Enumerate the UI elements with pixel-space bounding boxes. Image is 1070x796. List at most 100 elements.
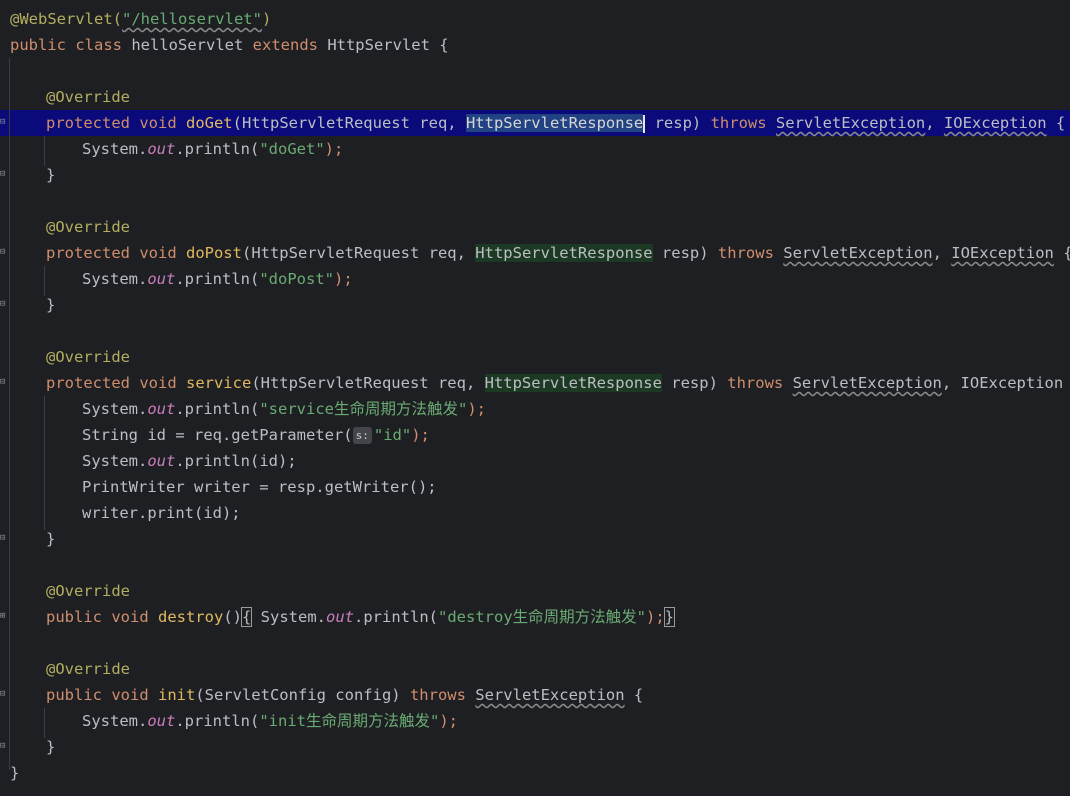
- params: (HttpServletRequest req,: [241, 244, 476, 262]
- brace: {: [624, 686, 644, 704]
- keyword: protected void: [46, 244, 186, 262]
- fold-icon[interactable]: ⊟: [0, 300, 9, 309]
- highlighted-usage: HttpServletResponse: [475, 244, 653, 262]
- code-line[interactable]: }: [10, 760, 19, 786]
- code-line[interactable]: System.out.println(id);: [82, 448, 297, 474]
- code-text: writer.print(id);: [82, 504, 241, 522]
- class-name: helloServlet: [131, 36, 253, 54]
- folded-brace-close[interactable]: }: [663, 607, 676, 627]
- code-editor[interactable]: ⊟ ⊟ ⊟ ⊟ ⊟ ⊟ ⊞ ⊟ ⊟ @WebServlet("/helloser…: [0, 0, 1070, 796]
- fold-icon[interactable]: ⊟: [0, 248, 9, 257]
- string-literal: "destroy生命周期方法触发": [438, 608, 646, 626]
- method-name: doGet: [185, 114, 233, 132]
- keyword: throws: [409, 686, 476, 704]
- static-field: out: [147, 712, 176, 730]
- code-line[interactable]: }: [46, 292, 55, 318]
- string-literal: "doGet": [259, 140, 325, 158]
- code-line[interactable]: }: [46, 162, 55, 188]
- code-text: System.: [260, 608, 326, 626]
- code-line[interactable]: PrintWriter writer = resp.getWriter();: [82, 474, 437, 500]
- code-line[interactable]: }: [46, 526, 55, 552]
- code-text: System.: [82, 140, 148, 158]
- code-text: String id = req.getParameter(: [82, 426, 353, 444]
- indent-guide: [9, 58, 10, 770]
- brace: }: [46, 166, 56, 184]
- code-line[interactable]: protected void doPost(HttpServletRequest…: [46, 240, 1070, 266]
- code-line[interactable]: System.out.println("doGet");: [82, 136, 343, 162]
- keyword: public void: [46, 608, 158, 626]
- exception-type: ServletException: [775, 114, 926, 132]
- code-text: PrintWriter writer = resp.getWriter();: [82, 478, 437, 496]
- code-line[interactable]: @Override: [46, 214, 130, 240]
- keyword: public class: [10, 36, 132, 54]
- method-name: service: [185, 374, 252, 392]
- code-text: );: [646, 608, 665, 626]
- fold-icon[interactable]: ⊟: [0, 118, 9, 127]
- exception-type: ServletException: [783, 244, 933, 262]
- code-line[interactable]: @Override: [46, 344, 130, 370]
- method-name: init: [157, 686, 196, 704]
- code-text: .println(: [175, 712, 260, 730]
- code-text: );: [439, 712, 458, 730]
- code-text: System.: [82, 270, 148, 288]
- comma: ,: [925, 114, 944, 132]
- string-literal: "init生命周期方法触发": [259, 712, 440, 730]
- code-text: .println(: [354, 608, 438, 626]
- code-text: );: [333, 270, 353, 288]
- static-field: out: [147, 452, 176, 470]
- annotation: @WebServlet(: [10, 10, 122, 28]
- code-line[interactable]: public void destroy(){ System.out.printl…: [46, 604, 676, 630]
- code-line[interactable]: public void init(ServletConfig config) t…: [46, 682, 643, 708]
- code-line[interactable]: System.out.println("service生命周期方法触发");: [82, 396, 486, 422]
- expand-icon[interactable]: ⊞: [0, 612, 9, 621]
- indent-guide: [44, 396, 45, 530]
- selected-text[interactable]: HttpServletResponse: [465, 114, 644, 132]
- fold-icon[interactable]: ⊟: [0, 690, 9, 699]
- code-line[interactable]: @Override: [46, 84, 130, 110]
- string-literal: "/helloservlet": [121, 10, 262, 28]
- code-line[interactable]: writer.print(id);: [82, 500, 241, 526]
- keyword: extends: [252, 36, 328, 54]
- code-line[interactable]: }: [46, 734, 55, 760]
- annotation: @Override: [46, 218, 130, 236]
- code-text: .println(id);: [175, 452, 297, 470]
- code-line[interactable]: System.out.println("init生命周期方法触发");: [82, 708, 458, 734]
- string-literal: "id": [373, 426, 412, 444]
- highlighted-usage: HttpServletResponse: [484, 374, 662, 392]
- fold-icon[interactable]: ⊟: [0, 170, 9, 179]
- keyword: protected void: [46, 114, 186, 132]
- static-field: out: [147, 140, 176, 158]
- comma: ,: [932, 244, 952, 262]
- indent-guide: [44, 708, 45, 738]
- parens: (): [223, 608, 242, 626]
- brace: }: [46, 530, 56, 548]
- exception-type: IOException: [951, 244, 1054, 262]
- params: (ServletConfig config): [195, 686, 410, 704]
- code-line[interactable]: protected void service(HttpServletReques…: [46, 370, 1070, 396]
- params: resp): [652, 244, 718, 262]
- code-line[interactable]: protected void doGet(HttpServletRequest …: [46, 110, 1065, 136]
- fold-icon[interactable]: ⊟: [0, 534, 9, 543]
- code-line[interactable]: @WebServlet("/helloservlet"): [10, 6, 271, 32]
- static-field: out: [147, 270, 176, 288]
- static-field: out: [326, 608, 354, 626]
- superclass: HttpServlet {: [327, 36, 449, 54]
- fold-icon[interactable]: ⊟: [0, 742, 9, 751]
- code-text: System.: [82, 400, 148, 418]
- code-line[interactable]: public class helloServlet extends HttpSe…: [10, 32, 449, 58]
- code-line[interactable]: System.out.println("doPost");: [82, 266, 353, 292]
- string-literal: "doPost": [259, 270, 334, 288]
- code-text: .println(: [175, 270, 260, 288]
- exception-type: IOException: [943, 114, 1047, 132]
- code-text: );: [467, 400, 486, 418]
- exception-type: ServletException: [475, 686, 625, 704]
- code-line[interactable]: String id = req.getParameter(s: "id");: [82, 422, 430, 448]
- params: resp): [645, 114, 711, 132]
- code-line[interactable]: @Override: [46, 578, 130, 604]
- fold-icon[interactable]: ⊟: [0, 378, 9, 387]
- code-line[interactable]: @Override: [46, 656, 130, 682]
- parameter-hint: s:: [352, 427, 372, 444]
- folded-brace-open[interactable]: {: [240, 607, 253, 627]
- keyword: public void: [46, 686, 158, 704]
